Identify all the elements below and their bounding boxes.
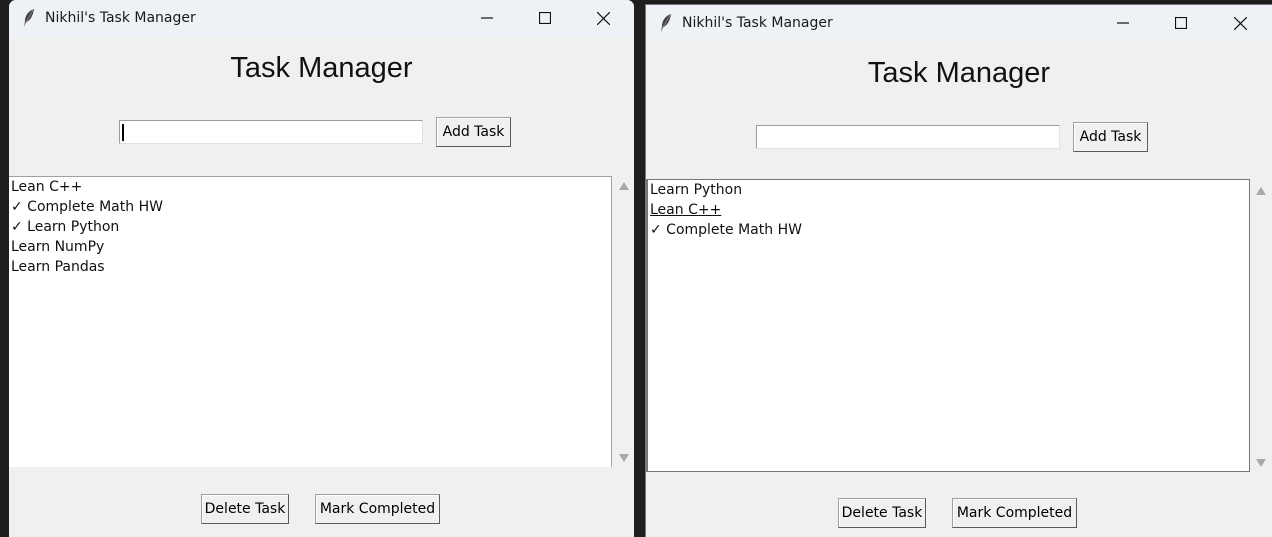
task-input[interactable] — [119, 120, 423, 144]
list-item[interactable]: Learn Pandas — [11, 257, 105, 277]
minimize-icon — [1117, 22, 1129, 24]
list-item[interactable]: Learn Python — [650, 180, 742, 200]
list-item[interactable]: Learn NumPy — [11, 237, 104, 257]
maximize-icon — [539, 12, 551, 24]
close-button[interactable] — [580, 0, 626, 37]
list-item[interactable]: ✓ Complete Math HW — [650, 220, 802, 240]
task-manager-window-1: Nikhil's Task Manager Task Manager Add T… — [9, 0, 634, 537]
maximize-icon — [1175, 17, 1187, 29]
window-title: Nikhil's Task Manager — [682, 15, 833, 31]
task-manager-window-2: Nikhil's Task Manager Task Manager Add T… — [645, 4, 1272, 537]
list-item[interactable]: ✓ Complete Math HW — [11, 197, 163, 217]
arrow-up-icon[interactable] — [618, 181, 630, 191]
arrow-down-icon[interactable] — [618, 453, 630, 463]
feather-icon — [22, 8, 36, 28]
text-caret — [122, 124, 124, 141]
task-list[interactable]: Learn Python Lean C++ ✓ Complete Math HW — [646, 179, 1250, 472]
page-title: Task Manager — [867, 57, 1051, 89]
minimize-icon — [481, 17, 493, 19]
title-bar[interactable]: Nikhil's Task Manager — [646, 5, 1272, 42]
mark-completed-button[interactable]: Mark Completed — [952, 498, 1077, 528]
arrow-up-icon[interactable] — [1255, 186, 1267, 196]
close-icon — [597, 12, 610, 25]
delete-task-button[interactable]: Delete Task — [201, 494, 289, 524]
add-task-button[interactable]: Add Task — [436, 117, 511, 147]
maximize-button[interactable] — [1158, 5, 1204, 42]
list-item[interactable]: ✓ Learn Python — [11, 217, 119, 237]
title-bar[interactable]: Nikhil's Task Manager — [9, 0, 634, 37]
minimize-button[interactable] — [1100, 5, 1146, 42]
close-button[interactable] — [1217, 5, 1263, 42]
list-item-active[interactable]: Lean C++ — [650, 200, 721, 220]
task-input[interactable] — [756, 125, 1060, 149]
list-item[interactable]: Lean C++ — [11, 177, 82, 197]
window-title: Nikhil's Task Manager — [45, 10, 196, 26]
add-task-button[interactable]: Add Task — [1073, 122, 1148, 152]
minimize-button[interactable] — [464, 0, 510, 37]
arrow-down-icon[interactable] — [1255, 458, 1267, 468]
feather-icon — [659, 13, 673, 33]
delete-task-button[interactable]: Delete Task — [838, 498, 926, 528]
task-list[interactable]: Lean C++ ✓ Complete Math HW ✓ Learn Pyth… — [9, 176, 612, 467]
maximize-button[interactable] — [522, 0, 568, 37]
mark-completed-button[interactable]: Mark Completed — [315, 494, 440, 524]
close-icon — [1234, 17, 1247, 30]
page-title: Task Manager — [230, 52, 413, 84]
